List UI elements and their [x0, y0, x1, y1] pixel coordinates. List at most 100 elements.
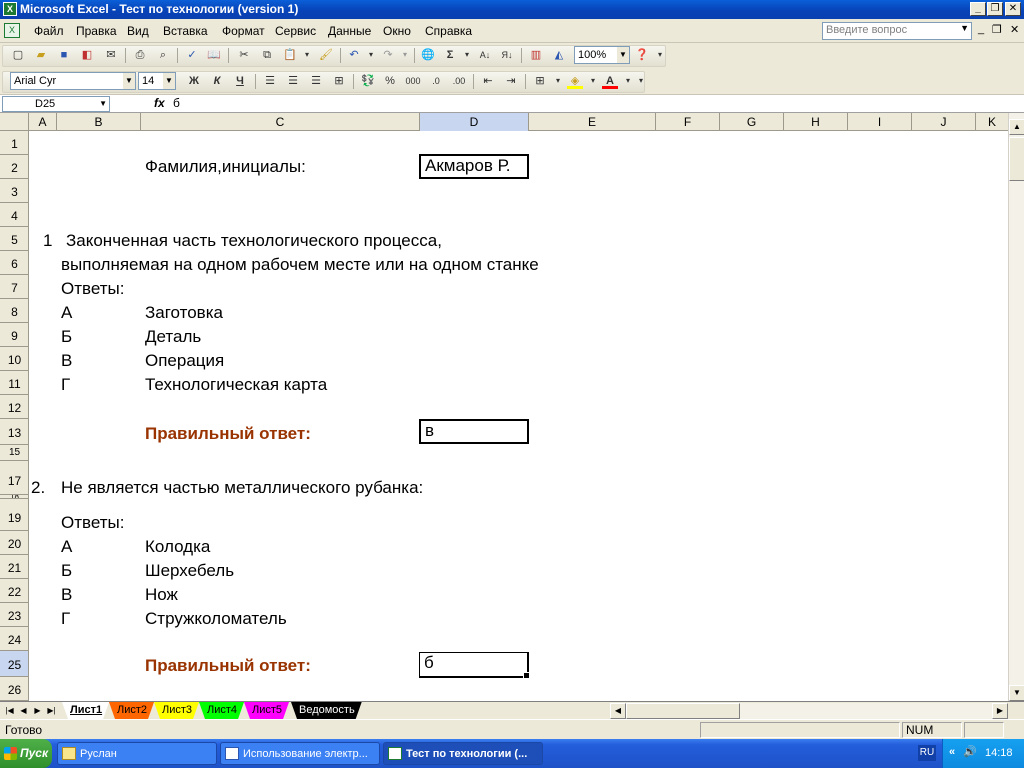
row-header[interactable]: 5: [0, 227, 28, 251]
doc-restore-button[interactable]: ❐: [992, 23, 1002, 36]
row-header[interactable]: 11: [0, 371, 28, 395]
row-header[interactable]: 1: [0, 131, 28, 155]
row-header[interactable]: 10: [0, 347, 28, 371]
font-color-icon[interactable]: A: [602, 73, 618, 89]
menu-tools[interactable]: Сервис: [275, 24, 316, 38]
print-icon[interactable]: ⎙: [132, 47, 148, 63]
underline-button[interactable]: Ч: [232, 73, 248, 89]
row-header[interactable]: 7: [0, 275, 28, 299]
menu-file[interactable]: Файл: [34, 24, 64, 38]
start-button[interactable]: Пуск: [0, 739, 52, 768]
chevron-down-icon[interactable]: ▼: [123, 73, 135, 89]
align-center-icon[interactable]: ☰: [285, 73, 301, 89]
spelling-icon[interactable]: ✓: [184, 47, 200, 63]
insert-function-button[interactable]: fx: [154, 96, 165, 110]
active-cell-d25[interactable]: б: [419, 652, 530, 679]
vertical-scroll-thumb[interactable]: [1009, 137, 1024, 181]
row-header[interactable]: 2: [0, 155, 28, 179]
doc-close-button[interactable]: ✕: [1010, 23, 1019, 36]
email-icon[interactable]: ✉: [103, 47, 119, 63]
fill-color-dropdown-icon[interactable]: ▾: [585, 73, 601, 89]
horizontal-scrollbar[interactable]: ◀ ▶: [610, 703, 1008, 719]
italic-button[interactable]: К: [209, 73, 225, 89]
autosum-dropdown-icon[interactable]: ▾: [459, 47, 475, 63]
redo-icon[interactable]: ↷: [380, 47, 396, 63]
name-value-cell[interactable]: Акмаров Р.: [419, 154, 529, 179]
increase-decimal-icon[interactable]: .0: [428, 73, 444, 89]
open-icon[interactable]: ▰: [33, 47, 49, 63]
row-header[interactable]: 19: [0, 499, 28, 531]
volume-icon[interactable]: 🔊: [963, 745, 977, 758]
sort-ascending-icon[interactable]: A↓: [477, 47, 493, 63]
merge-center-icon[interactable]: ⊞: [331, 73, 347, 89]
taskbar-item-active[interactable]: Тест по технологии (...: [383, 742, 543, 765]
row-header[interactable]: 4: [0, 203, 28, 227]
menu-help[interactable]: Справка: [425, 24, 472, 38]
name-box[interactable]: D25 ▼: [2, 96, 110, 112]
menu-view[interactable]: Вид: [127, 24, 149, 38]
close-button[interactable]: ✕: [1005, 2, 1021, 16]
column-header[interactable]: K: [976, 113, 1008, 131]
decrease-indent-icon[interactable]: ⇤: [480, 73, 496, 89]
prev-sheet-icon[interactable]: ◀: [18, 704, 29, 718]
comma-style-button[interactable]: 000: [405, 73, 421, 89]
sheet-tab-vedomost[interactable]: Ведомость: [291, 702, 362, 719]
column-header[interactable]: A: [29, 113, 57, 131]
paste-dropdown-icon[interactable]: ▾: [299, 47, 315, 63]
new-icon[interactable]: ▢: [10, 47, 26, 63]
toolbar-options-icon[interactable]: ▾: [652, 47, 668, 63]
sheet-tab-4[interactable]: Лист4: [199, 702, 244, 719]
sheet-tab-1[interactable]: Лист1: [62, 702, 109, 719]
scroll-up-icon[interactable]: ▲: [1009, 119, 1024, 135]
align-left-icon[interactable]: ☰: [262, 73, 278, 89]
research-icon[interactable]: 📖: [206, 47, 222, 63]
chevron-down-icon[interactable]: ▼: [617, 47, 629, 63]
font-size-combo[interactable]: 14 ▼: [138, 72, 176, 90]
row-header[interactable]: 22: [0, 579, 28, 603]
scroll-left-icon[interactable]: ◀: [610, 703, 626, 719]
row-header[interactable]: 15: [0, 445, 28, 461]
minimize-button[interactable]: _: [970, 2, 986, 16]
row-header[interactable]: 26: [0, 677, 28, 701]
row-header[interactable]: 20: [0, 531, 28, 555]
menu-format[interactable]: Формат: [222, 24, 265, 38]
redo-dropdown-icon[interactable]: ▾: [397, 47, 413, 63]
column-header[interactable]: H: [784, 113, 848, 131]
clock[interactable]: 14:18: [985, 747, 1013, 759]
save-icon[interactable]: ■: [56, 47, 72, 63]
undo-icon[interactable]: ↶: [346, 47, 362, 63]
restore-button[interactable]: ❐: [987, 2, 1003, 16]
formula-input[interactable]: б: [173, 96, 180, 110]
language-indicator[interactable]: RU: [918, 745, 936, 761]
next-sheet-icon[interactable]: ▶: [32, 704, 43, 718]
scroll-down-icon[interactable]: ▼: [1009, 685, 1024, 701]
row-header[interactable]: 13: [0, 419, 28, 445]
chevron-down-icon[interactable]: ▼: [163, 73, 175, 89]
column-header[interactable]: G: [720, 113, 784, 131]
menu-data[interactable]: Данные: [328, 24, 371, 38]
hyperlink-icon[interactable]: 🌐: [420, 47, 436, 63]
row-header[interactable]: 17: [0, 461, 28, 495]
horizontal-scroll-thumb[interactable]: [626, 703, 740, 719]
row-header[interactable]: 12: [0, 395, 28, 419]
column-header[interactable]: J: [912, 113, 976, 131]
currency-icon[interactable]: 💱: [360, 73, 376, 89]
doc-minimize-button[interactable]: _: [978, 23, 984, 35]
chevron-down-icon[interactable]: ▼: [960, 23, 969, 33]
column-header[interactable]: E: [529, 113, 656, 131]
workbook-icon[interactable]: X: [4, 23, 20, 38]
taskbar-item[interactable]: Руслан: [57, 742, 217, 765]
chevron-down-icon[interactable]: ▼: [99, 97, 107, 111]
percent-button[interactable]: %: [382, 73, 398, 89]
paste-icon[interactable]: 📋: [282, 47, 298, 63]
drawing-icon[interactable]: ◭: [551, 47, 567, 63]
row-header[interactable]: 24: [0, 627, 28, 651]
select-all-button[interactable]: [0, 113, 29, 131]
undo-dropdown-icon[interactable]: ▾: [363, 47, 379, 63]
toolbar-options-icon[interactable]: ▾: [633, 73, 649, 89]
row-header[interactable]: 25: [0, 651, 28, 677]
column-header[interactable]: I: [848, 113, 912, 131]
vertical-scrollbar[interactable]: ▲ ▼: [1008, 113, 1024, 701]
print-preview-icon[interactable]: ⌕: [155, 47, 171, 63]
chart-wizard-icon[interactable]: ▥: [528, 47, 544, 63]
